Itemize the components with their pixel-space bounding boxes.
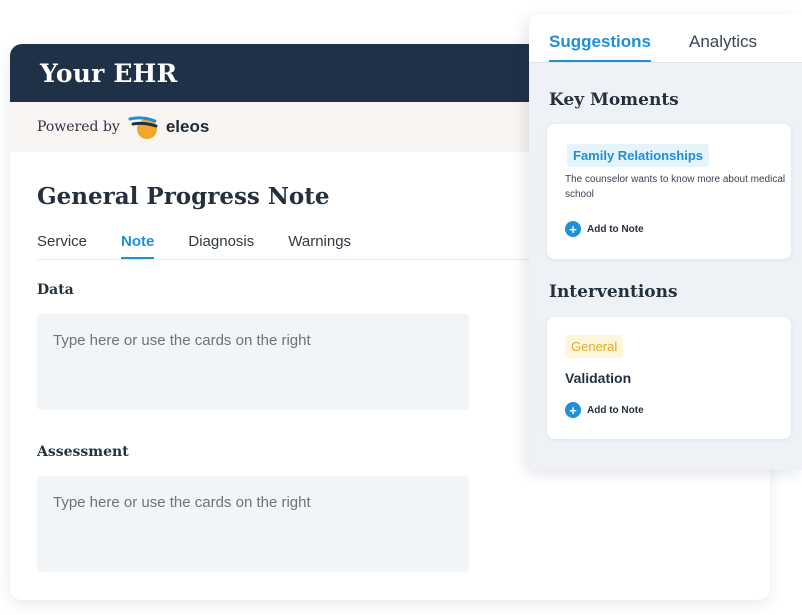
- ehr-title: Your EHR: [40, 58, 178, 88]
- key-moments-heading: Key Moments: [549, 90, 679, 110]
- key-moment-tag: Family Relationships: [567, 144, 710, 167]
- tab-warnings[interactable]: Warnings: [288, 233, 351, 259]
- add-to-note-label: Add to Note: [587, 223, 644, 235]
- data-section-label: Data: [37, 282, 74, 298]
- panel-tabs: Suggestions Analytics: [529, 14, 802, 63]
- key-moment-description: The counselor wants to know more about m…: [565, 174, 786, 200]
- add-to-note-button[interactable]: + Add to Note: [565, 221, 644, 237]
- add-to-note-label: Add to Note: [587, 404, 644, 416]
- intervention-title: Validation: [565, 370, 632, 386]
- plus-circle-icon: +: [565, 402, 581, 418]
- intervention-tag: General: [565, 335, 624, 358]
- note-tabs: Service Note Diagnosis Warnings: [37, 233, 532, 260]
- assessment-field[interactable]: Type here or use the cards on the right: [37, 476, 469, 572]
- tab-note[interactable]: Note: [121, 233, 155, 259]
- plus-circle-icon: +: [565, 221, 581, 237]
- powered-by-label: Powered by: [37, 119, 120, 135]
- assessment-section-label: Assessment: [37, 444, 129, 460]
- tab-diagnosis[interactable]: Diagnosis: [188, 233, 254, 259]
- intervention-card: General Validation + Add to Note: [547, 317, 791, 439]
- interventions-heading: Interventions: [549, 282, 678, 302]
- eleos-panel: Suggestions Analytics Key Moments Family…: [529, 14, 802, 470]
- brand-name: eleos: [165, 117, 210, 136]
- tab-analytics[interactable]: Analytics: [689, 32, 757, 62]
- note-title: General Progress Note: [37, 183, 330, 210]
- key-moment-card: Family Relationships The counselor wants…: [547, 124, 791, 259]
- tab-service[interactable]: Service: [37, 233, 87, 259]
- tab-suggestions[interactable]: Suggestions: [549, 32, 652, 62]
- eleos-logo-icon: [128, 114, 162, 140]
- data-field[interactable]: Type here or use the cards on the right: [37, 314, 469, 410]
- add-to-note-button[interactable]: + Add to Note: [565, 402, 644, 418]
